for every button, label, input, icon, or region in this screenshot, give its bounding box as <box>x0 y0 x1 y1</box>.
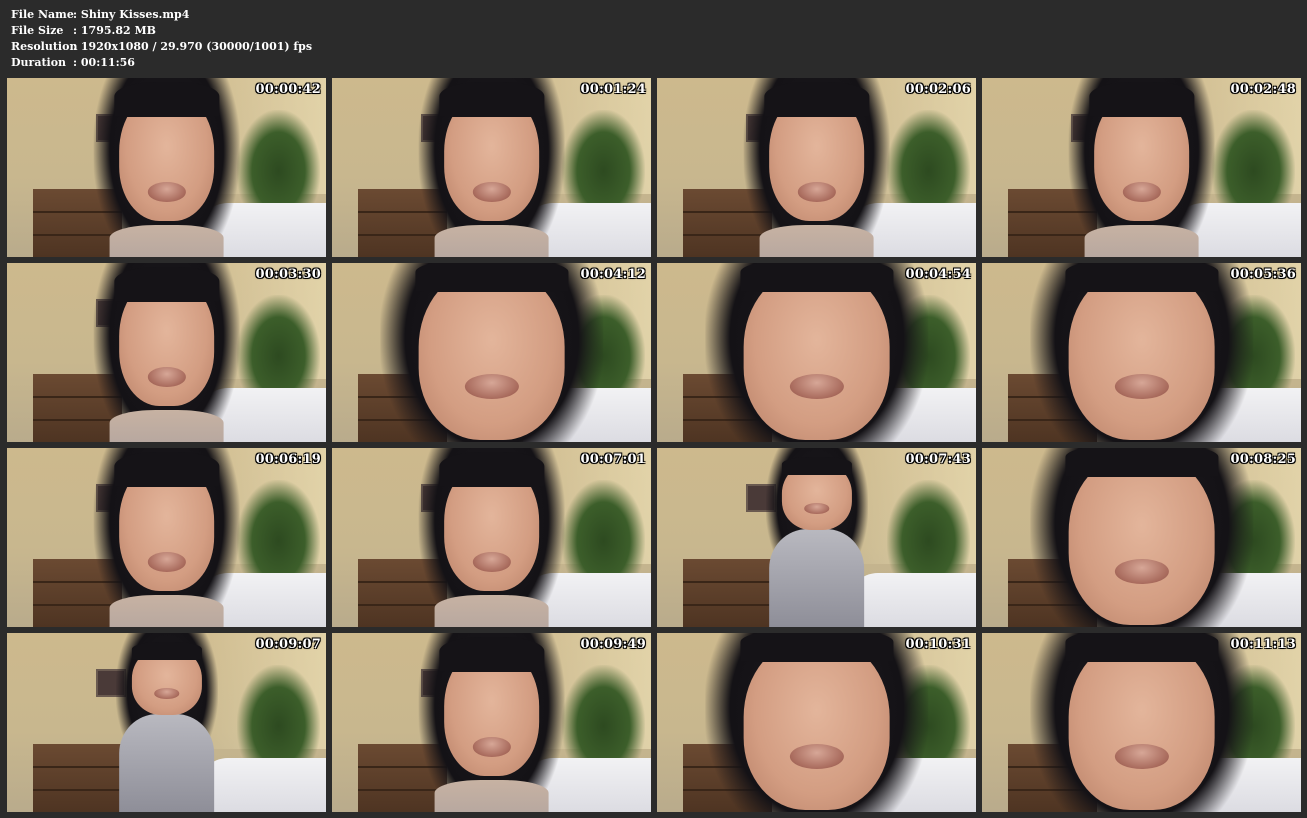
thumbnail: 00:04:54 <box>657 263 976 442</box>
thumbnail-timestamp: 00:01:24 <box>580 82 646 97</box>
thumbnail-timestamp: 00:06:19 <box>255 452 321 467</box>
thumbnail-timestamp: 00:09:49 <box>580 637 646 652</box>
info-row-file-name: File Name : Shiny Kisses.mp4 <box>11 7 312 23</box>
thumbnail-timestamp: 00:07:43 <box>905 452 971 467</box>
thumbnail-timestamp: 00:08:25 <box>1230 452 1296 467</box>
info-value: : Shiny Kisses.mp4 <box>73 8 190 21</box>
info-value: : 00:11:56 <box>73 56 135 69</box>
thumbnail-timestamp: 00:05:36 <box>1230 267 1296 282</box>
info-label: File Size <box>11 24 64 37</box>
info-row-resolution: Resolution : 1920x1080 / 29.970 (30000/1… <box>11 39 312 55</box>
thumbnail: 00:03:30 <box>7 263 326 442</box>
thumbnail-timestamp: 00:09:07 <box>255 637 321 652</box>
thumbnail-timestamp: 00:11:13 <box>1230 637 1296 652</box>
info-value: : 1795.82 MB <box>73 24 156 37</box>
thumbnail-timestamp: 00:04:12 <box>580 267 646 282</box>
thumbnail: 00:11:13 <box>982 633 1301 812</box>
info-label: File Name <box>11 8 74 21</box>
thumbnail-grid: 00:00:42 00:01:24 00:02:06 00:02:48 00:0… <box>7 78 1301 812</box>
thumbnail: 00:05:36 <box>982 263 1301 442</box>
info-value: : 1920x1080 / 29.970 (30000/1001) fps <box>73 40 313 53</box>
thumbnail-timestamp: 00:02:48 <box>1230 82 1296 97</box>
thumbnail: 00:09:49 <box>332 633 651 812</box>
thumbnail-timestamp: 00:00:42 <box>255 82 321 97</box>
thumbnail-timestamp: 00:04:54 <box>905 267 971 282</box>
info-label: Resolution <box>11 40 78 53</box>
info-row-file-size: File Size : 1795.82 MB <box>11 23 312 39</box>
thumbnail: 00:04:12 <box>332 263 651 442</box>
thumbnail-timestamp: 00:10:31 <box>905 637 971 652</box>
thumbnail-timestamp: 00:03:30 <box>255 267 321 282</box>
thumbnail: 00:08:25 <box>982 448 1301 627</box>
thumbnail: 00:07:43 <box>657 448 976 627</box>
thumbnail-timestamp: 00:07:01 <box>580 452 646 467</box>
thumbnail: 00:06:19 <box>7 448 326 627</box>
thumbnail: 00:02:48 <box>982 78 1301 257</box>
file-info-header: File Name : Shiny Kisses.mp4 File Size :… <box>11 7 312 71</box>
thumbnail: 00:02:06 <box>657 78 976 257</box>
thumbnail: 00:07:01 <box>332 448 651 627</box>
thumbnail-timestamp: 00:02:06 <box>905 82 971 97</box>
thumbnail: 00:09:07 <box>7 633 326 812</box>
thumbnail: 00:00:42 <box>7 78 326 257</box>
thumbnail: 00:01:24 <box>332 78 651 257</box>
info-row-duration: Duration : 00:11:56 <box>11 55 312 71</box>
thumbnail: 00:10:31 <box>657 633 976 812</box>
info-label: Duration <box>11 56 67 69</box>
